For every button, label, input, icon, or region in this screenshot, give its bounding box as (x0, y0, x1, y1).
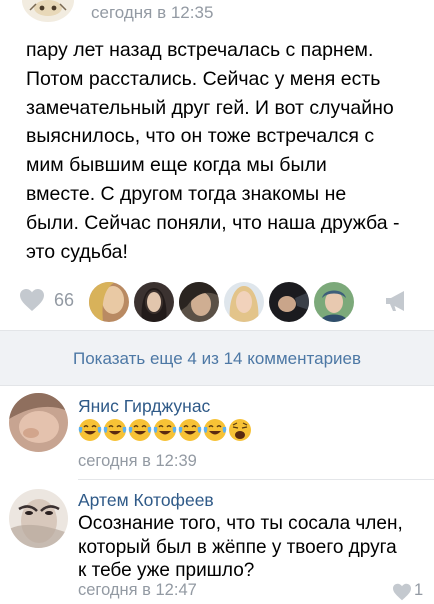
face-with-tears-of-joy-icon (78, 419, 102, 441)
liker-avatar-2[interactable] (133, 281, 175, 323)
post-author-avatar[interactable] (22, 0, 74, 22)
comment-author-name[interactable]: Артем Котофеев (78, 490, 214, 511)
comment-author-name[interactable]: Янис Гирджунас (78, 396, 210, 417)
post-header: сегодня в 12:35 (0, 0, 434, 30)
post-text: пару лет назад встречалась с парнем. Пот… (26, 39, 400, 263)
face-with-tears-of-joy-icon (178, 419, 202, 441)
comment-divider (78, 479, 434, 480)
show-more-comments-bar[interactable]: Показать еще 4 из 14 комментариев (0, 330, 434, 386)
megaphone-icon[interactable] (384, 289, 410, 313)
liker-avatar-5[interactable] (268, 281, 310, 323)
comment-author-avatar[interactable] (9, 489, 68, 548)
comment-text: Осознание того, что ты сосала член, кото… (78, 513, 403, 581)
face-with-tears-of-joy-icon (203, 419, 227, 441)
post-footer: 66 (0, 280, 434, 326)
heart-icon[interactable] (19, 288, 45, 312)
comment-like-count[interactable]: 1 (414, 581, 423, 600)
comment-author-avatar[interactable] (9, 393, 68, 452)
comment-timestamp: сегодня в 12:47 (78, 581, 197, 599)
heart-icon[interactable] (392, 583, 412, 601)
post-like-count[interactable]: 66 (54, 290, 74, 311)
face-with-tears-of-joy-icon (153, 419, 177, 441)
liker-avatar-4[interactable] (223, 281, 265, 323)
liker-avatar-1[interactable] (88, 281, 130, 323)
liker-avatar-6[interactable] (313, 281, 355, 323)
weary-face-icon (229, 419, 251, 441)
comment-timestamp: сегодня в 12:39 (78, 452, 197, 470)
liker-avatar-3[interactable] (178, 281, 220, 323)
post-timestamp: сегодня в 12:35 (91, 3, 214, 22)
show-more-comments-link[interactable]: Показать еще 4 из 14 комментариев (0, 349, 434, 369)
face-with-tears-of-joy-icon (103, 419, 127, 441)
face-with-tears-of-joy-icon (128, 419, 152, 441)
